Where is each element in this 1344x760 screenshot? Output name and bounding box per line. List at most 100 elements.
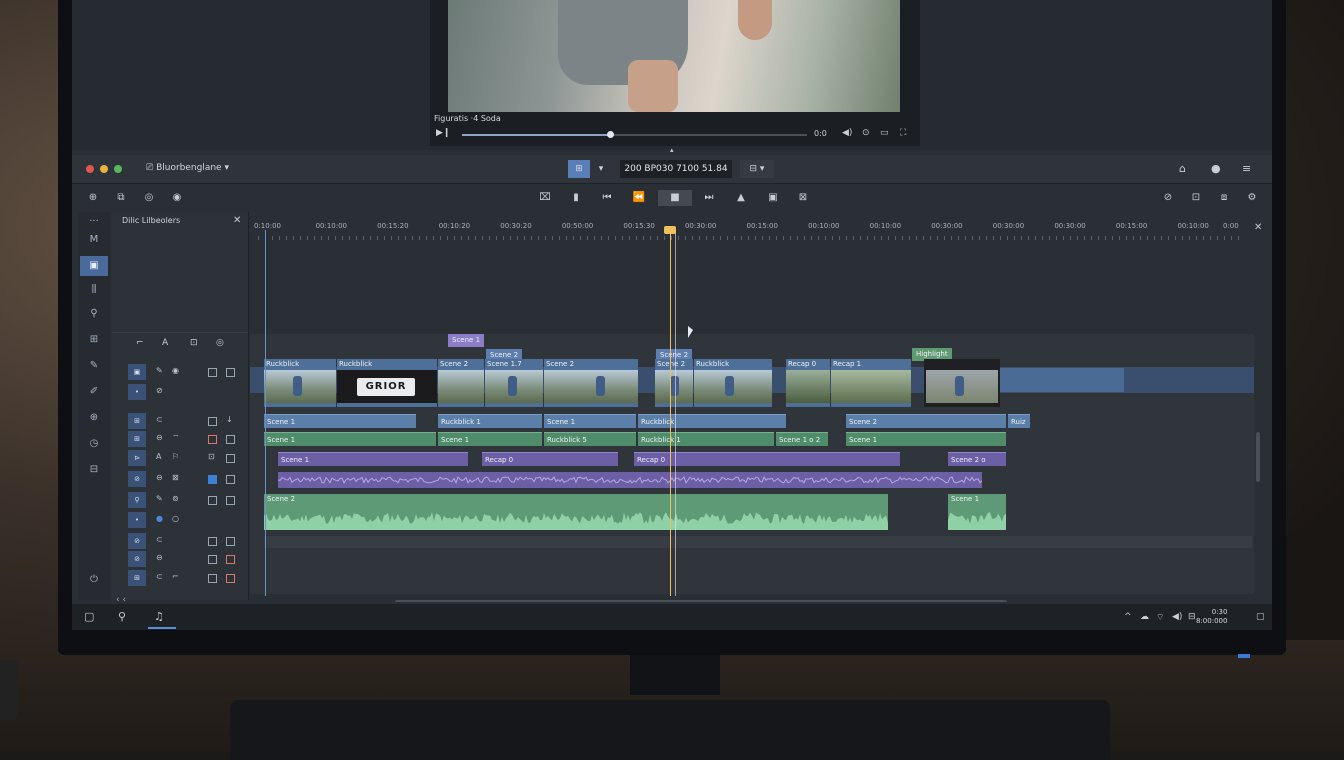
text-icon[interactable]: A [156,452,161,461]
close-icon[interactable]: ✕ [233,215,241,226]
audio-meter-icon[interactable]: ⫼ [80,280,108,300]
globe-icon[interactable]: ⊕ [80,408,108,428]
stop-button[interactable]: ■ [658,190,692,206]
audio-clip-green[interactable]: Scene 2 [264,494,888,530]
audio-2-visibility-icon[interactable] [226,496,235,505]
video-clip[interactable]: Scene 2 [655,359,693,407]
clip[interactable]: Ruiz [1008,414,1030,428]
video-clip-tail[interactable] [1000,368,1124,392]
marker-icon[interactable]: ◎ [140,190,158,206]
track-2-toggle[interactable]: ⊞ [128,431,146,447]
time-ruler[interactable]: 0:10:00 00:10:00 00:15:20 00:10:20 00:30:20 0… [250,218,1260,240]
flag-icon[interactable]: ⚐ [172,452,179,461]
preview-image[interactable] [448,0,900,112]
clock[interactable]: 0:30 8:00:000 [1196,608,1227,626]
dot-outline-icon[interactable]: ○ [172,514,179,523]
grid-view-button[interactable]: ⊞ [568,160,590,178]
track-video-toggle[interactable]: ▣ [128,364,146,380]
brush-icon[interactable]: ✐ [80,382,108,402]
zoom-icon[interactable]: ⊕ [84,190,102,206]
clip[interactable]: Ruckblick 5 [544,432,636,446]
volume-tray-icon[interactable]: ◀) [1172,612,1182,622]
pen-icon[interactable]: ✎ [80,356,108,376]
track-lock-icon[interactable] [208,368,217,377]
frame-tool-icon[interactable]: ⊡ [190,338,198,348]
vertical-scrollbar[interactable] [1256,432,1260,482]
track-4-lock-icon[interactable] [208,537,217,546]
power-icon[interactable]: ⏻ [80,570,108,590]
editor-app-icon[interactable]: ♫ [154,610,164,623]
clip-4-icon[interactable]: ⊂ [156,535,163,544]
track-visibility-icon[interactable] [226,368,235,377]
clip[interactable]: Scene 2 [846,414,1006,428]
notification-icon[interactable]: ▢ [1256,612,1265,622]
edit-icon[interactable]: ✎ [156,366,163,375]
clip[interactable]: Scene 1 [264,414,416,428]
video-clip[interactable]: Recap 0 [786,359,830,407]
display-icon[interactable]: ▭ [880,128,889,138]
track-4-visibility-icon[interactable] [226,537,235,546]
track-1-arrow-icon[interactable]: ↓ [226,415,233,424]
clip[interactable]: Ruckblick [638,414,786,428]
timeline-close-icon[interactable]: ✕ [1254,222,1262,233]
export-icon[interactable]: ⊟ [80,460,108,480]
copy-icon[interactable]: ⧉ [112,190,130,206]
menu-icon[interactable]: ≡ [1242,162,1251,175]
snap-icon[interactable]: ◉ [168,190,186,206]
project-menu[interactable]: ⎚ Bluorbenglane ▾ [146,163,229,173]
media-icon[interactable]: ▣ [764,190,782,206]
next-frame-icon[interactable]: ⏭ [700,190,718,206]
audio-1-toggle[interactable]: ⊘ [128,471,146,487]
target-tool-icon[interactable]: ◎ [216,338,224,348]
help-icon[interactable]: ● [1211,162,1221,175]
audio-2-sub-toggle[interactable]: • [128,512,146,528]
text-tool-icon[interactable]: A [162,338,168,348]
dot-blue-icon[interactable]: ● [156,514,163,523]
marker[interactable]: Scene 1 [448,334,485,347]
track-3-visibility-icon[interactable] [226,454,235,463]
volume-icon[interactable]: ◀) [842,128,852,138]
network-icon[interactable]: ⌔ [1156,612,1164,623]
play-icon[interactable]: ▶❙ [436,128,450,138]
search-icon[interactable]: ⚲ [80,304,108,324]
target-icon[interactable]: ◉ [172,366,179,375]
video-clip[interactable]: Ruckblick GRIOR [337,359,437,407]
link-clip-icon[interactable]: ⊖ [156,433,163,442]
tray-chevron-icon[interactable]: ^ [1124,612,1132,622]
media-browser-icon[interactable]: M [80,230,108,250]
tag-icon[interactable]: ⊘ [156,386,163,395]
video-clip[interactable] [924,359,1000,407]
track-2-lock-icon[interactable] [208,435,217,444]
clip[interactable]: Scene 1 [278,452,468,466]
link-icon-a1[interactable]: ⊖ [156,473,163,482]
clip[interactable]: Scene 1 o 2 [776,432,828,446]
track-3-toggle[interactable]: ⊳ [128,450,146,466]
settings-gear-icon[interactable]: ⚙ [1243,190,1261,206]
view-dropdown-icon[interactable]: ▾ [594,160,608,178]
layout-icon[interactable]: ⧈ [1215,190,1233,206]
clip[interactable]: Recap 0 [634,452,900,466]
preview-scrubber[interactable] [462,131,807,138]
clip[interactable]: Scene 1 [544,414,636,428]
inspector-icon[interactable]: ⊡ [1187,190,1205,206]
video-clip[interactable]: Ruckblick [694,359,772,407]
audio-1-solo-icon[interactable] [208,475,217,484]
start-icon[interactable]: ▢ [84,610,94,623]
audio-2-lock-icon[interactable] [208,496,217,505]
tray-app-icon[interactable]: ☁ [1140,612,1149,622]
horizontal-scrollbar[interactable] [395,600,1007,602]
audio-2-toggle[interactable]: ⚲ [128,492,146,508]
trim-icon[interactable]: ▮ [567,190,585,206]
library-icon[interactable]: ▣ [80,256,108,276]
track-5-lock-icon[interactable] [208,555,217,564]
collapse-caret-icon[interactable]: ▴ [670,146,674,154]
more-icon[interactable]: ··· [80,212,108,232]
clip[interactable]: Scene 1 [264,432,436,446]
link-5-icon[interactable]: ⊖ [156,553,163,562]
mute-icon[interactable]: ⊠ [172,473,179,482]
clip[interactable]: Scene 1 [438,432,542,446]
clip[interactable]: Recap 0 [482,452,618,466]
audio-clip-green-2[interactable]: Scene 1 [948,494,1006,530]
video-clip[interactable]: Scene 2 [544,359,638,407]
previous-frame-icon[interactable]: ⏮ [598,190,616,206]
